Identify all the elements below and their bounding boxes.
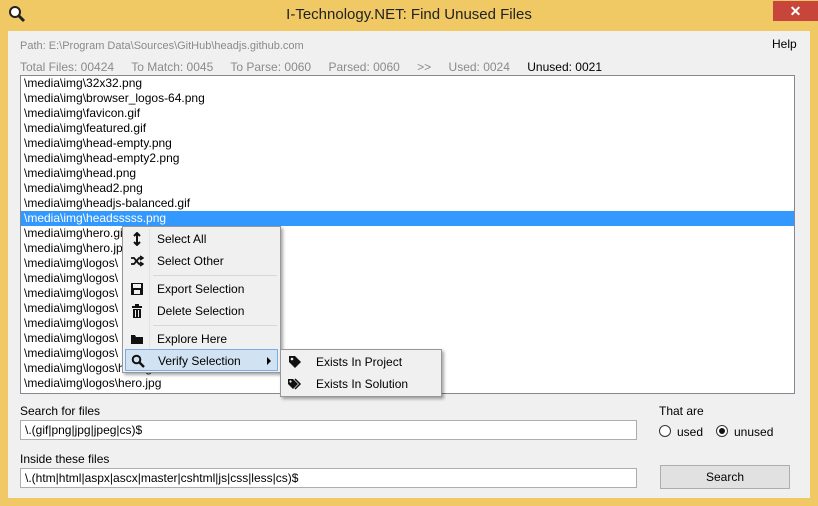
list-item[interactable]: \media\img\head.png [21,166,794,181]
radio-dot [719,428,725,434]
unused-radio[interactable] [716,425,728,437]
search-label: Search for files [20,404,101,418]
stat-used: Used: 0024 [448,60,510,74]
verify-submenu: Exists In Project Exists In Solution [280,349,442,397]
search-pattern-input[interactable]: \.(gif|png|jpg|jpeg|cs)$ [20,420,637,440]
close-button[interactable]: ✕ [773,1,818,21]
menu-separator [153,325,277,326]
stat-arrow: >> [417,60,432,74]
arrows-vertical-icon [133,232,141,246]
menu-separator [153,275,277,276]
menu-item-label: Verify Selection [158,354,241,368]
inside-files-input[interactable]: \.(htm|html|aspx|ascx|master|cshtml|js|c… [20,468,637,488]
folder-icon [131,335,143,344]
list-item[interactable]: \media\img\featured.gif [21,121,794,136]
stat-to-parse: To Parse: 0060 [230,60,312,74]
context-menu: Select All Select Other Export Selection [122,226,281,373]
menu-item-label: Exists In Solution [316,377,409,391]
menu-item-label: Select Other [157,254,224,268]
search-button[interactable]: Search [660,465,790,489]
menu-item-delete-selection[interactable]: Delete Selection [125,300,278,322]
used-radio-label[interactable]: used [677,425,703,439]
menu-item-label: Exists In Project [316,355,403,369]
list-item[interactable]: \media\img\head-empty.png [21,136,794,151]
save-icon [131,283,143,295]
stat-to-match: To Match: 0045 [131,60,214,74]
menu-item-explore-here[interactable]: Explore Here [125,328,278,350]
menu-item-select-all[interactable]: Select All [125,228,278,250]
used-radio[interactable] [659,425,671,437]
help-menu[interactable]: Help [772,37,797,51]
inside-files-label: Inside these files [20,452,110,466]
menu-item-select-other[interactable]: Select Other [125,250,278,272]
menu-item-export-selection[interactable]: Export Selection [125,278,278,300]
stat-parsed: Parsed: 0060 [328,60,400,74]
menu-item-exists-in-solution[interactable]: Exists In Solution [283,373,439,395]
list-item[interactable]: \media\img\browser_logos-64.png [21,91,794,106]
trash-icon [132,304,142,318]
menu-item-label: Explore Here [157,332,228,346]
list-item[interactable]: \media\img\headsssss.png [21,211,794,226]
submenu-arrow-icon [267,357,271,365]
tag-icon [289,356,301,368]
list-item[interactable]: \media\img\head-empty2.png [21,151,794,166]
stats-bar: Total Files: 00424 To Match: 0045 To Par… [20,60,616,74]
stat-total-files: Total Files: 00424 [20,60,115,74]
menu-item-exists-in-project[interactable]: Exists In Project [283,351,439,373]
search-icon [131,354,145,368]
menu-item-verify-selection[interactable]: Verify Selection [125,349,278,371]
shuffle-icon [131,255,144,267]
path-label: Path: E:\Program Data\Sources\GitHub\hea… [20,40,304,52]
list-item[interactable]: \media\img\32x32.png [21,76,794,91]
stat-unused: Unused: 0021 [527,60,602,74]
that-are-label: That are [659,404,704,418]
list-item[interactable]: \media\img\head2.png [21,181,794,196]
menu-item-label: Export Selection [157,282,245,296]
window-title: I-Technology.NET: Find Unused Files [286,6,532,23]
app-window: I-Technology.NET: Find Unused Files ✕ Pa… [0,0,818,506]
unused-radio-label[interactable]: unused [734,425,773,439]
title-bar[interactable]: I-Technology.NET: Find Unused Files ✕ [0,0,818,31]
tags-icon [288,378,302,390]
list-item[interactable]: \media\img\favicon.gif [21,106,794,121]
menu-item-label: Delete Selection [157,304,245,318]
menu-item-label: Select All [157,232,207,246]
list-item[interactable]: \media\img\headjs-balanced.gif [21,196,794,211]
